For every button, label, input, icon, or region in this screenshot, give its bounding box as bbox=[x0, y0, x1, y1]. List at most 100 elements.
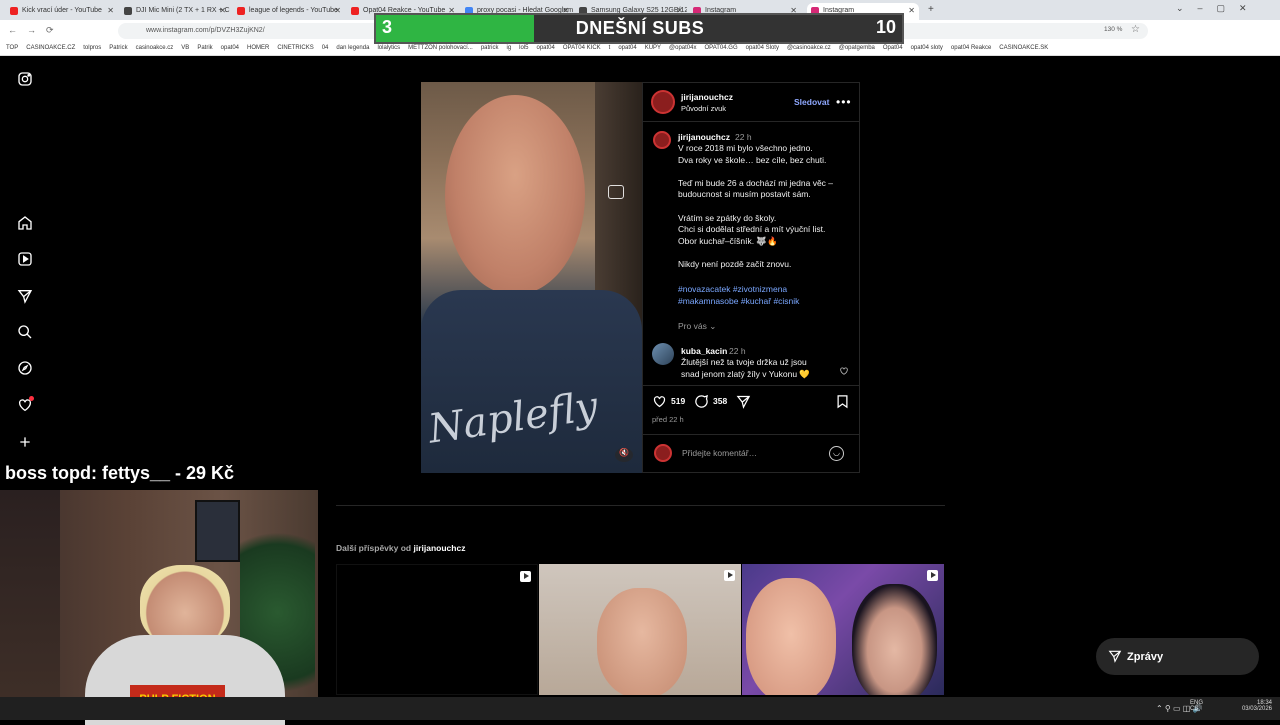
bookmark-item[interactable]: @opat04x bbox=[669, 45, 696, 51]
bookmark-item[interactable]: casinoakce.cz bbox=[136, 45, 174, 51]
bookmark-item[interactable]: lolalytics bbox=[377, 45, 400, 51]
window-controls[interactable]: ⌄–▢✕ bbox=[1176, 3, 1261, 14]
bookmark-item[interactable]: patrick bbox=[481, 45, 499, 51]
caption-line: Vrátím se zpátky do školy. bbox=[678, 212, 777, 223]
bookmark-item[interactable]: CINETRICKS bbox=[277, 45, 313, 51]
bookmark-icon[interactable] bbox=[835, 394, 850, 414]
subs-title: DNEŠNÍ SUBS bbox=[575, 18, 705, 38]
caption-avatar[interactable] bbox=[653, 131, 671, 149]
webcam-face bbox=[140, 565, 230, 645]
bookmark-item[interactable]: KUPY bbox=[645, 45, 661, 51]
bookmark-item[interactable]: Patrik bbox=[197, 45, 212, 51]
instagram-icon[interactable] bbox=[17, 71, 33, 87]
hashtags-line-1[interactable]: #novazacatek #zivotnizmena bbox=[678, 284, 787, 296]
share-icon[interactable] bbox=[736, 394, 751, 414]
bookmark-item[interactable]: tolpros bbox=[83, 45, 101, 51]
bookmark-item[interactable]: opat04 bbox=[221, 45, 239, 51]
post-thumbnail[interactable] bbox=[336, 564, 538, 695]
bookmark-item[interactable]: OPAT04.GG bbox=[704, 45, 737, 51]
bookmark-item[interactable]: 04 bbox=[322, 45, 329, 51]
bookmark-item[interactable]: OPAT04 KICK bbox=[563, 45, 601, 51]
audio-label[interactable]: Původní zvuk bbox=[681, 103, 726, 115]
for-you-label[interactable]: Pro vás ⌄ bbox=[678, 321, 716, 333]
language-indicator[interactable]: ENG CS bbox=[1190, 700, 1203, 712]
bookmark-item[interactable]: opat04 Sloty bbox=[746, 45, 779, 51]
comment-icon[interactable] bbox=[694, 394, 709, 414]
hashtags-line-2[interactable]: #makamnasobe #kuchař #cisnik bbox=[678, 296, 799, 308]
bookmark-item[interactable]: @opatgemba bbox=[839, 45, 875, 51]
star-icon[interactable]: ☆ bbox=[1131, 24, 1140, 35]
mute-icon[interactable]: 🔇 bbox=[615, 448, 633, 462]
close-icon[interactable]: ✕ bbox=[219, 6, 226, 15]
explore-icon[interactable] bbox=[17, 360, 33, 376]
home-icon[interactable] bbox=[17, 215, 33, 231]
comment-like-icon[interactable] bbox=[839, 363, 849, 375]
comment-count[interactable]: 358 bbox=[713, 396, 727, 408]
like-count[interactable]: 519 bbox=[671, 396, 685, 408]
comment-avatar[interactable] bbox=[652, 343, 674, 365]
bookmark-item[interactable]: opat04 sloty bbox=[911, 45, 943, 51]
bookmark-item[interactable]: t bbox=[609, 45, 611, 51]
comment-time: 22 h bbox=[729, 346, 746, 356]
avatar[interactable] bbox=[651, 90, 675, 114]
reel-icon bbox=[927, 570, 938, 581]
messages-button[interactable]: Zprávy bbox=[1096, 638, 1259, 675]
tab-favicon-icon bbox=[124, 7, 132, 15]
follow-button[interactable]: Sledovat bbox=[794, 97, 829, 109]
browser-tab[interactable]: Kick vrací úder - YouTube ✕ bbox=[6, 3, 118, 20]
caption-username[interactable]: jirijanouchcz bbox=[678, 132, 730, 144]
heart-icon[interactable] bbox=[17, 396, 34, 413]
bookmark-item[interactable]: HOMER bbox=[247, 45, 269, 51]
bookmark-item[interactable]: CASINOAKCE.SK bbox=[999, 45, 1048, 51]
close-icon[interactable]: ✕ bbox=[334, 6, 341, 15]
comment-username[interactable]: kuba_kacin bbox=[681, 346, 727, 358]
reel-icon bbox=[520, 571, 531, 582]
bookmark-item[interactable]: METTZON polohovací... bbox=[408, 45, 473, 51]
bookmark-item[interactable]: TOP bbox=[6, 45, 18, 51]
bookmark-item[interactable]: @casinoakce.cz bbox=[787, 45, 831, 51]
caption-line: Obor kuchař–číšník. 🐺🔥 bbox=[678, 235, 778, 246]
clock[interactable]: 18:34 03/03/2026 bbox=[1240, 700, 1272, 712]
zoom-indicator[interactable]: 130 % bbox=[1104, 26, 1122, 33]
post-username[interactable]: jirijanouchcz bbox=[681, 92, 733, 104]
bookmark-item[interactable]: opat04 bbox=[537, 45, 555, 51]
reel-icon bbox=[724, 570, 735, 581]
section-divider bbox=[336, 505, 945, 506]
bookmark-item[interactable]: Opat04 bbox=[883, 45, 903, 51]
pip-icon[interactable] bbox=[608, 185, 624, 199]
bookmark-item[interactable]: lol5 bbox=[519, 45, 528, 51]
comment-input[interactable]: Přidejte komentář… bbox=[682, 448, 757, 460]
messages-label: Zprávy bbox=[1127, 651, 1164, 663]
more-options-icon[interactable]: ••• bbox=[836, 95, 852, 109]
close-icon[interactable]: ✕ bbox=[908, 6, 915, 15]
post-thumbnail[interactable] bbox=[742, 564, 944, 695]
like-icon[interactable] bbox=[652, 394, 667, 414]
browser-tab[interactable]: league of legends - YouTube ✕ bbox=[233, 3, 345, 20]
bookmark-item[interactable]: opat04 bbox=[618, 45, 636, 51]
video-face bbox=[445, 95, 585, 295]
bookmark-item[interactable]: VB bbox=[181, 45, 189, 51]
donation-alert: boss topd: fettys__ - 29 Kč bbox=[5, 463, 235, 483]
send-icon[interactable] bbox=[17, 288, 33, 304]
bookmark-item[interactable]: Patrick bbox=[109, 45, 127, 51]
url-text[interactable]: www.instagram.com/p/DVZH3ZujKN2/ bbox=[146, 27, 265, 34]
nav-buttons[interactable]: ←→⟳ bbox=[8, 25, 64, 36]
thumb-face bbox=[852, 584, 937, 695]
bookmark-item[interactable]: ig bbox=[506, 45, 511, 51]
browser-tab[interactable]: DJI Mic Mini (2 TX + 1 RX + Ch ✕ bbox=[120, 3, 230, 20]
divider bbox=[643, 385, 859, 386]
chevron-down-icon: ⌄ bbox=[709, 321, 717, 331]
search-icon[interactable] bbox=[17, 324, 33, 340]
bookmark-item[interactable]: dan legenda bbox=[336, 45, 369, 51]
reels-icon[interactable] bbox=[17, 251, 33, 267]
plus-icon[interactable] bbox=[17, 434, 33, 450]
bookmark-item[interactable]: CASINOAKCE.CZ bbox=[26, 45, 75, 51]
divider bbox=[643, 121, 859, 122]
bookmark-item[interactable]: opat04 Reakce bbox=[951, 45, 991, 51]
new-tab-button[interactable]: + bbox=[928, 4, 934, 15]
caption-time: 22 h bbox=[735, 132, 752, 142]
emoji-icon[interactable]: ◡ bbox=[829, 446, 844, 461]
post-thumbnail[interactable] bbox=[539, 564, 741, 695]
subs-current: 3 bbox=[382, 17, 393, 37]
close-icon[interactable]: ✕ bbox=[107, 6, 114, 15]
